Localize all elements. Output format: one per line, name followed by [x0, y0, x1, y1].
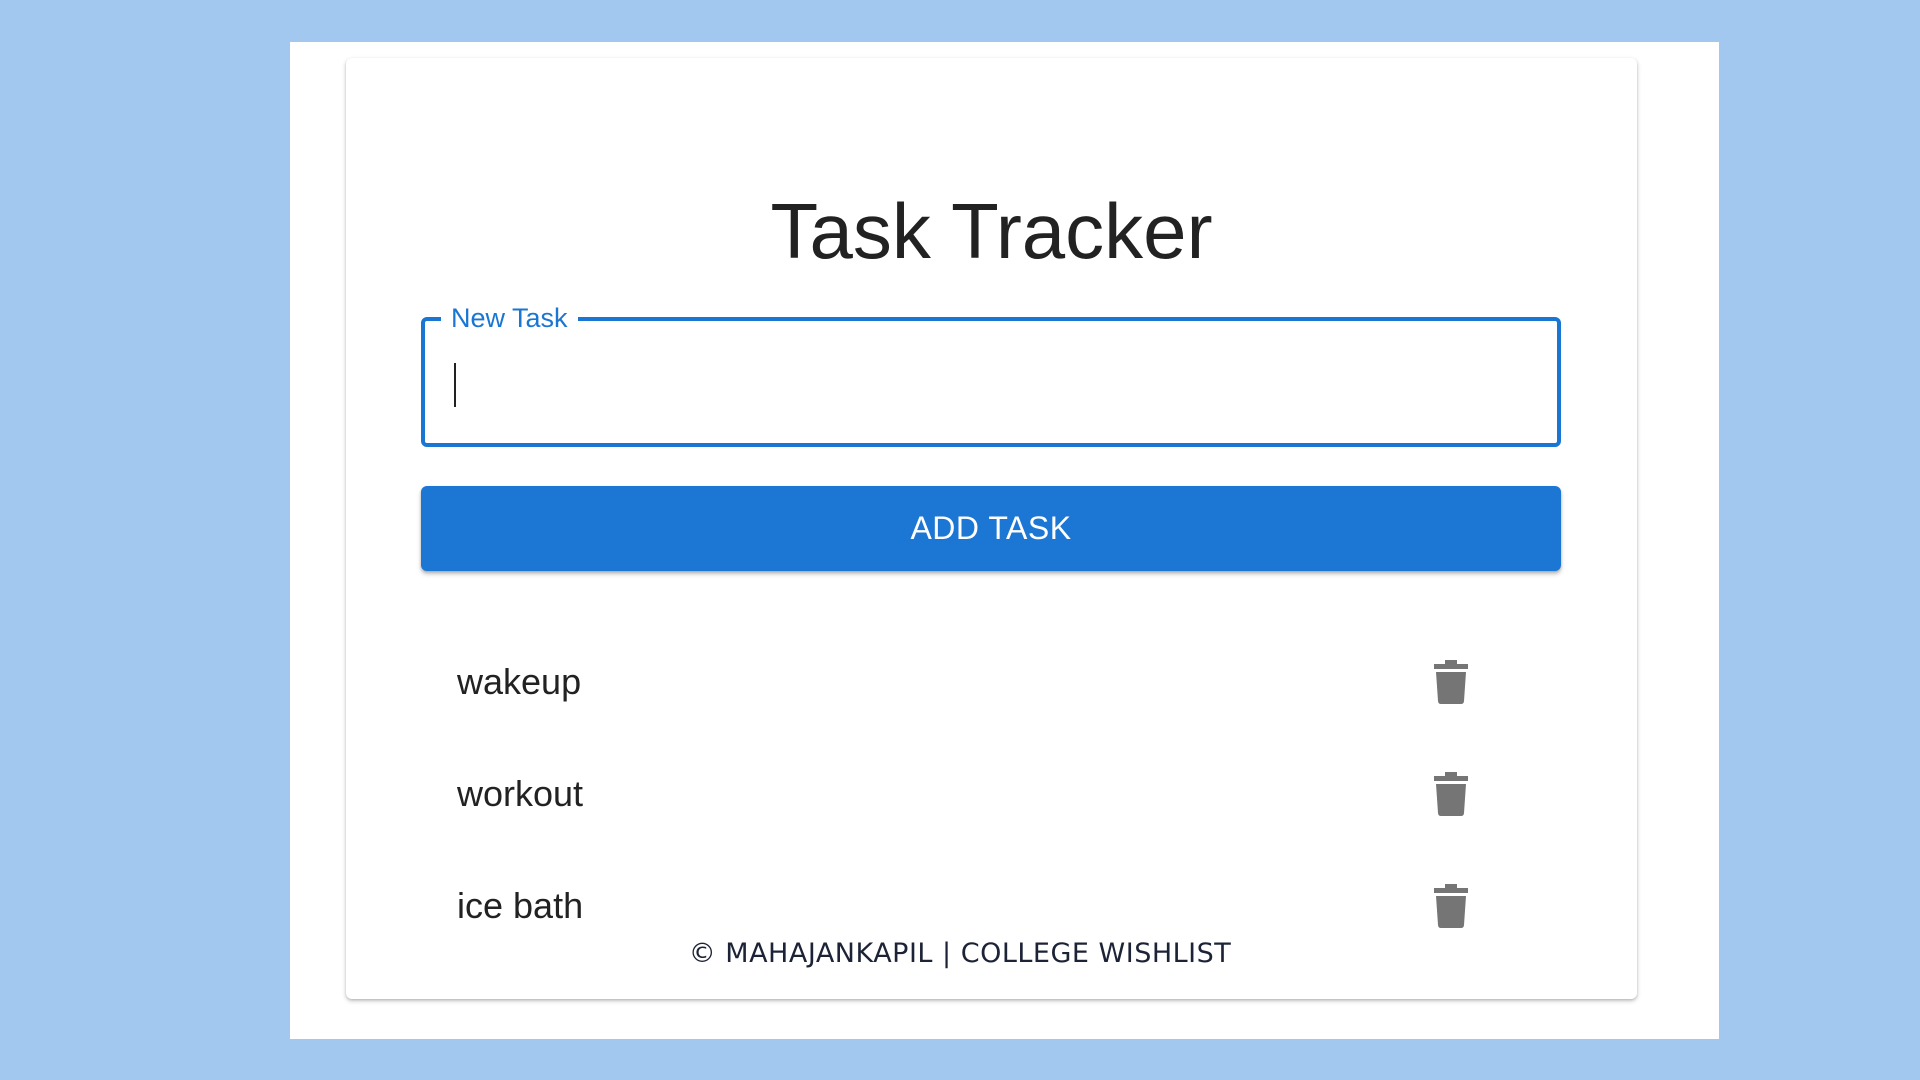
page-title: Task Tracker — [770, 187, 1213, 275]
task-text: wakeup — [457, 661, 582, 702]
delete-task-button[interactable] — [1421, 764, 1481, 824]
task-list: wakeup workout ice bath — [421, 626, 1561, 962]
trash-icon — [1434, 772, 1468, 816]
task-item: wakeup — [421, 626, 1561, 738]
task-text: workout — [457, 773, 584, 814]
footer-credit: © MAHAJANKAPIL | COLLEGE WISHLIST — [688, 938, 1232, 969]
text-cursor — [454, 363, 456, 407]
trash-icon — [1434, 660, 1468, 704]
task-text: ice bath — [457, 885, 584, 926]
new-task-label: New Task — [441, 302, 578, 334]
task-item: workout — [421, 738, 1561, 850]
new-task-field[interactable]: New Task — [421, 302, 1561, 447]
delete-task-button[interactable] — [1421, 876, 1481, 936]
trash-icon — [1434, 884, 1468, 928]
delete-task-button[interactable] — [1421, 652, 1481, 712]
task-tracker-card: Task Tracker New Task ADD TASK wakeup wo… — [346, 58, 1637, 999]
add-task-button[interactable]: ADD TASK — [421, 486, 1561, 571]
new-task-input[interactable] — [449, 349, 1529, 415]
